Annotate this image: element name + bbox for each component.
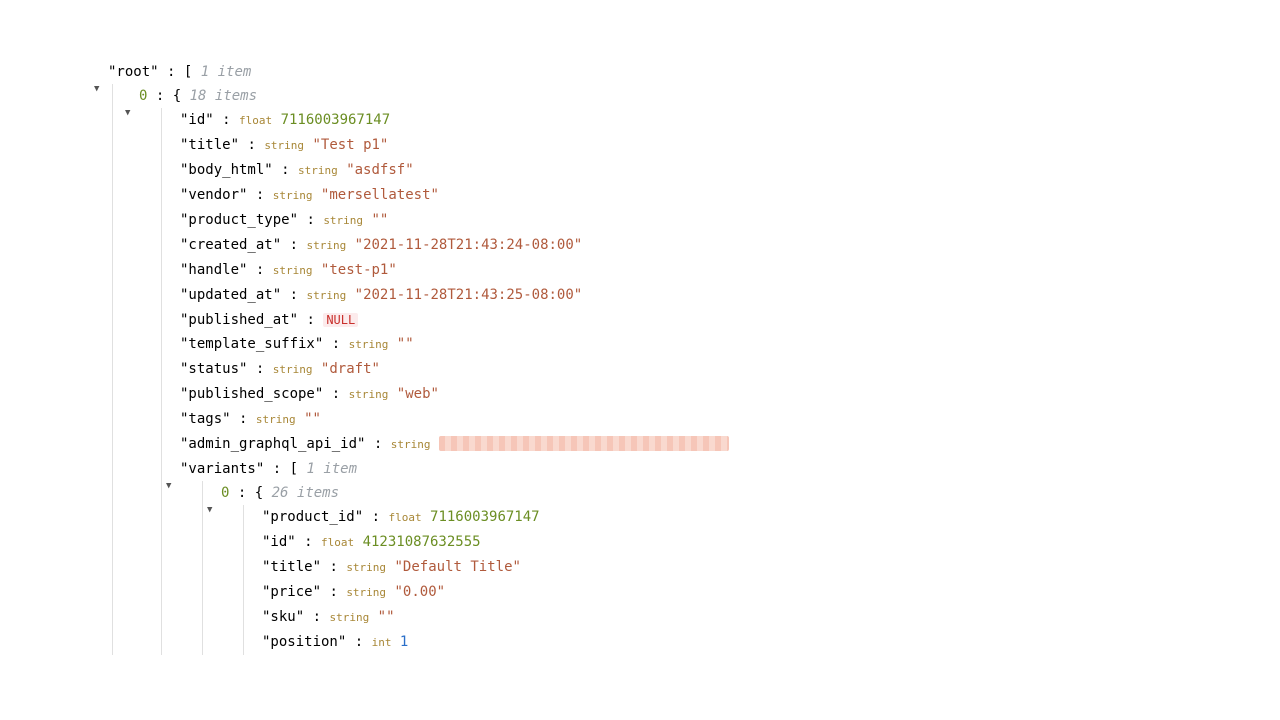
json-row[interactable]: "updated_at" : string "2021-11-28T21:43:… <box>180 283 1280 308</box>
json-row[interactable]: "admin_graphql_api_id" : string <box>180 432 1280 457</box>
variants-children: 0 : { 26 items "product_id" : float 7116… <box>202 481 1280 655</box>
bracket-open: [ <box>184 64 192 80</box>
array-item-header[interactable]: 0 : { 18 items <box>139 84 1280 108</box>
brace-open: { <box>173 88 181 104</box>
json-row[interactable]: "vendor" : string "mersellatest" <box>180 183 1280 208</box>
json-row[interactable]: "title" : string "Test p1" <box>180 133 1280 158</box>
json-row[interactable]: "price" : string "0.00" <box>262 580 1280 605</box>
root-key: "root" <box>108 64 159 80</box>
json-row[interactable]: "body_html" : string "asdfsf" <box>180 158 1280 183</box>
json-row[interactable]: "sku" : string "" <box>262 605 1280 630</box>
root-children: 0 : { 18 items "id" : float 711600396714… <box>112 84 1280 655</box>
json-row[interactable]: "title" : string "Default Title" <box>262 555 1280 580</box>
item-count: 1 item <box>306 461 357 477</box>
array-item-header[interactable]: 0 : { 26 items <box>221 481 1280 505</box>
json-row[interactable]: "product_type" : string "" <box>180 208 1280 233</box>
item-count: 1 item <box>201 64 252 80</box>
bracket-open: [ <box>290 461 298 477</box>
root-header[interactable]: "root" : [ 1 item <box>108 60 1280 84</box>
punct-colon: : <box>159 64 184 80</box>
json-row[interactable]: "published_at" : NULL <box>180 308 1280 332</box>
json-row[interactable]: "template_suffix" : string "" <box>180 332 1280 357</box>
json-row[interactable]: "id" : float 41231087632555 <box>262 530 1280 555</box>
redacted-value <box>439 436 729 451</box>
variant-object-children: "product_id" : float 7116003967147 "id" … <box>243 505 1280 655</box>
item-count: 18 items <box>190 88 257 104</box>
json-row[interactable]: "created_at" : string "2021-11-28T21:43:… <box>180 233 1280 258</box>
json-row[interactable]: "id" : float 7116003967147 <box>180 108 1280 133</box>
json-row[interactable]: "status" : string "draft" <box>180 357 1280 382</box>
object-children: "id" : float 7116003967147 "title" : str… <box>161 108 1280 655</box>
brace-open: { <box>255 485 263 501</box>
json-row[interactable]: "tags" : string "" <box>180 407 1280 432</box>
variants-header[interactable]: "variants" : [ 1 item <box>180 457 1280 481</box>
json-row[interactable]: "position" : int 1 <box>262 630 1280 655</box>
json-row[interactable]: "published_scope" : string "web" <box>180 382 1280 407</box>
json-row[interactable]: "product_id" : float 7116003967147 <box>262 505 1280 530</box>
json-tree-root: "root" : [ 1 item 0 : { 18 items "id" : … <box>108 60 1280 655</box>
item-count: 26 items <box>272 485 339 501</box>
json-row[interactable]: "handle" : string "test-p1" <box>180 258 1280 283</box>
null-badge: NULL <box>323 313 358 327</box>
